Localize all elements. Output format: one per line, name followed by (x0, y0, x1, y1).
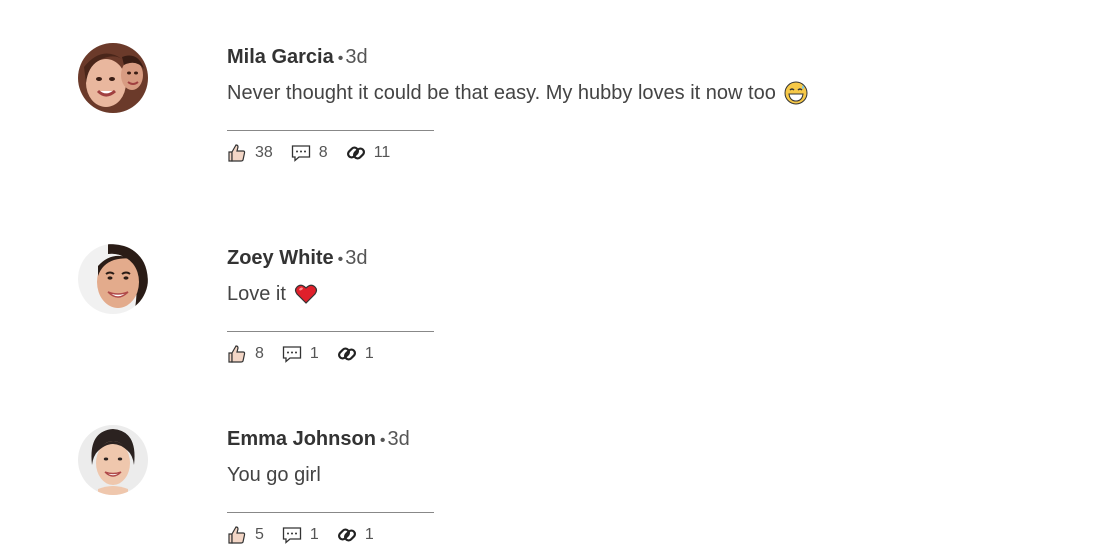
comment-header: Zoey White • 3d (227, 246, 368, 272)
comment-header: Emma Johnson • 3d (227, 427, 410, 453)
comment-body: Never thought it could be that easy. My … (227, 82, 776, 104)
red-heart-emoji-icon (294, 282, 318, 306)
link-icon (346, 143, 366, 163)
separator-dot: • (337, 50, 344, 67)
comment-text: Love it (227, 282, 368, 306)
thumbs-up-icon (227, 344, 247, 364)
like-button[interactable]: 8 (227, 344, 264, 364)
like-count: 5 (255, 526, 264, 543)
comment-body: Love it (227, 283, 286, 305)
comment-time: 3d (345, 46, 368, 68)
reply-count: 1 (309, 345, 319, 362)
thumbs-up-icon (227, 143, 247, 163)
divider (227, 331, 434, 332)
comment-header: Mila Garcia • 3d (227, 45, 808, 71)
reply-count: 1 (309, 526, 319, 543)
link-icon (337, 525, 357, 545)
speech-bubble-icon (282, 525, 302, 545)
avatar[interactable] (78, 425, 148, 495)
share-button[interactable]: 11 (346, 143, 391, 163)
avatar[interactable] (78, 43, 148, 113)
separator-dot: • (379, 432, 386, 449)
comment-time: 3d (345, 247, 368, 269)
link-icon (337, 344, 357, 364)
share-button[interactable]: 1 (337, 344, 374, 364)
reply-button[interactable]: 8 (291, 143, 328, 163)
speech-bubble-icon (282, 344, 302, 364)
comment-actions: 38 8 11 (227, 143, 408, 163)
author-name[interactable]: Emma Johnson (227, 428, 376, 450)
author-name[interactable]: Mila Garcia (227, 46, 334, 68)
share-count: 11 (373, 144, 391, 161)
author-name[interactable]: Zoey White (227, 247, 334, 269)
divider (227, 512, 434, 513)
comment-actions: 8 1 1 (227, 344, 392, 364)
share-count: 1 (364, 526, 374, 543)
reply-count: 8 (318, 144, 328, 161)
comment-time: 3d (387, 428, 410, 450)
divider (227, 130, 434, 131)
reply-button[interactable]: 1 (282, 525, 319, 545)
like-count: 8 (255, 345, 264, 362)
like-button[interactable]: 38 (227, 143, 273, 163)
share-button[interactable]: 1 (337, 525, 374, 545)
reply-button[interactable]: 1 (282, 344, 319, 364)
share-count: 1 (364, 345, 374, 362)
thumbs-up-icon (227, 525, 247, 545)
comment-text: Never thought it could be that easy. My … (227, 81, 808, 105)
avatar[interactable] (78, 244, 148, 314)
comment-actions: 5 1 1 (227, 525, 392, 545)
speech-bubble-icon (291, 143, 311, 163)
grinning-sweat-emoji-icon (784, 81, 808, 105)
like-button[interactable]: 5 (227, 525, 264, 545)
comment-body: You go girl (227, 464, 321, 486)
like-count: 38 (255, 144, 273, 161)
separator-dot: • (337, 251, 344, 268)
comment-text: You go girl (227, 463, 410, 487)
